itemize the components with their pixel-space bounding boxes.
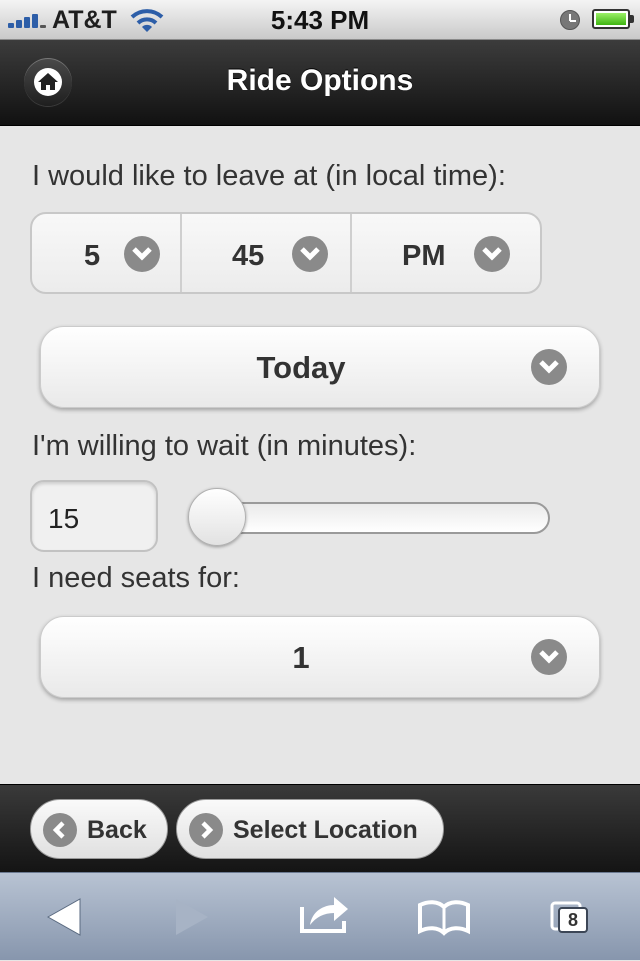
page-footer: Back Select Location [0,784,640,872]
chevron-down-icon [474,236,510,272]
browser-bookmarks-button[interactable] [404,873,484,961]
hour-value: 5 [84,240,101,272]
minute-value: 45 [232,240,265,272]
browser-share-button[interactable] [284,873,364,961]
chevron-down-icon [531,349,567,385]
status-time: 5:43 PM [270,5,370,35]
day-value: Today [256,350,346,385]
chevron-left-icon [43,813,77,847]
wait-label: I'm willing to wait (in minutes): [32,430,417,462]
leave-time-label: I would like to leave at (in local time)… [32,160,506,192]
ampm-value: PM [402,240,446,272]
chevron-down-icon [292,236,328,272]
chevron-down-icon [531,639,567,675]
bookmarks-book-icon [418,900,470,936]
home-button[interactable] [24,58,72,106]
wait-slider-track[interactable] [214,502,550,534]
seats-select[interactable]: 1 [40,616,600,698]
page-title: Ride Options [226,64,414,97]
back-button-label: Back [87,816,147,844]
wait-slider-handle[interactable] [188,488,246,546]
forward-arrow-icon [176,899,208,935]
chevron-right-icon [189,813,223,847]
select-location-button[interactable]: Select Location [176,799,444,859]
select-location-label: Select Location [233,816,418,844]
ampm-select[interactable]: PM [352,214,540,292]
leave-time-picker: 5 45 PM [30,212,542,294]
tabs-count-badge: 8 [558,907,588,933]
seats-label: I need seats for: [32,562,240,594]
day-select[interactable]: Today [40,326,600,408]
browser-forward-button[interactable] [152,873,232,961]
hour-select[interactable]: 5 [32,214,182,292]
page-header: Ride Options [0,40,640,126]
back-button[interactable]: Back [30,799,168,859]
wait-minutes-input[interactable]: 15 [30,480,158,552]
share-icon [300,897,348,933]
battery-icon [592,9,634,29]
browser-back-button[interactable] [24,873,104,961]
chevron-down-icon [124,236,160,272]
minute-select[interactable]: 45 [182,214,352,292]
seats-value: 1 [292,640,310,675]
browser-toolbar [0,872,640,960]
status-bar: AT&T 5:43 PM [0,0,640,40]
alarm-clock-icon [560,10,580,30]
wait-minutes-value: 15 [48,503,80,534]
home-icon [38,73,58,90]
back-arrow-icon [46,898,81,936]
